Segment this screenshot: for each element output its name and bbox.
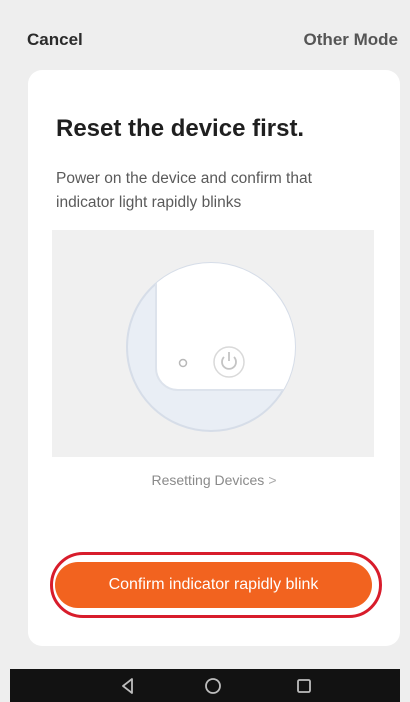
chevron-right-icon: > xyxy=(268,472,277,488)
home-circle-icon[interactable] xyxy=(204,677,222,695)
device-illustration-graphic xyxy=(126,262,296,432)
page-title: Reset the device first. xyxy=(56,115,305,142)
resetting-devices-label: Resetting Devices xyxy=(151,472,265,488)
top-bar: Cancel Other Mode xyxy=(0,0,410,70)
system-nav-bar xyxy=(10,669,400,702)
back-triangle-icon[interactable] xyxy=(119,677,137,695)
resetting-devices-link[interactable]: Resetting Devices > xyxy=(28,472,400,488)
confirm-indicator-button[interactable]: Confirm indicator rapidly blink xyxy=(55,562,372,608)
other-mode-button[interactable]: Other Mode xyxy=(304,30,398,50)
cancel-button[interactable]: Cancel xyxy=(27,30,83,50)
instruction-text: Power on the device and confirm that ind… xyxy=(56,170,312,211)
reset-instructions-card: Reset the device first. Power on the dev… xyxy=(28,70,400,646)
recents-square-icon[interactable] xyxy=(295,677,313,695)
device-illustration xyxy=(52,230,374,457)
